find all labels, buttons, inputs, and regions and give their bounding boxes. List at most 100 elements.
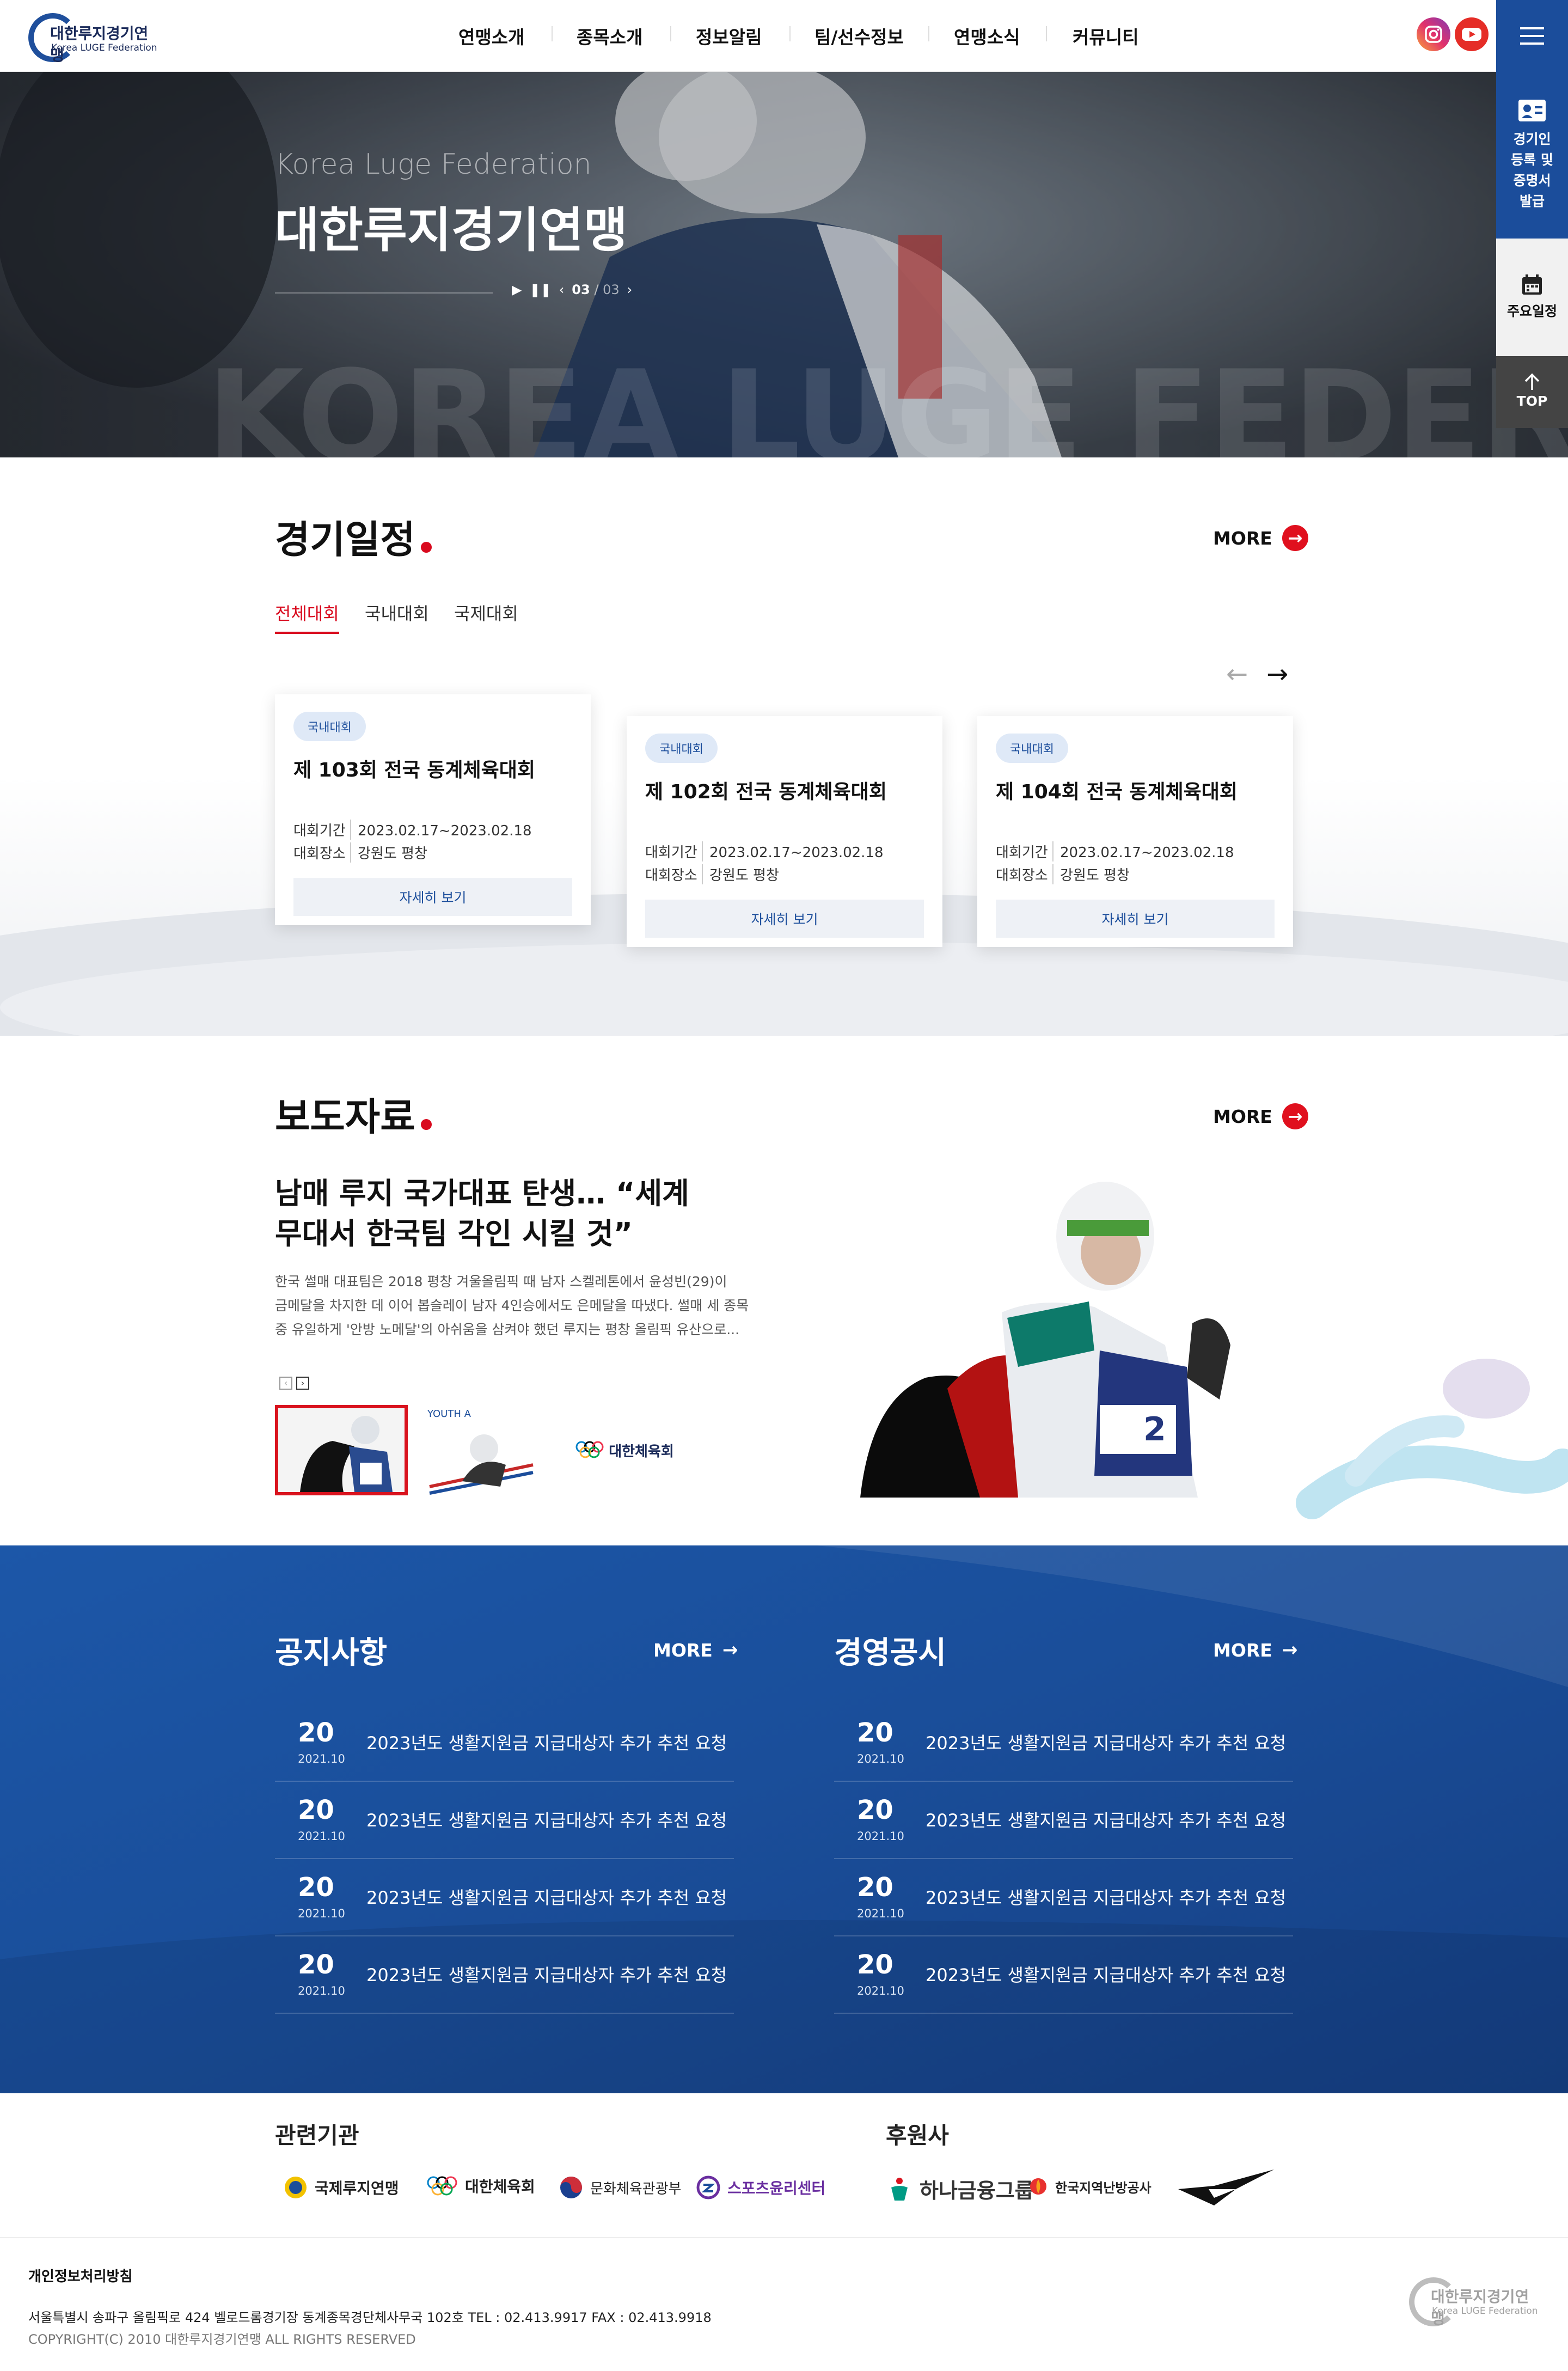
card-detail-button[interactable]: 자세히 보기 xyxy=(996,900,1275,938)
sponsor-kdhc-link[interactable]: 한국지역난방공사 xyxy=(1028,2176,1152,2197)
disclosure-title: 경영공시 xyxy=(834,1635,947,1671)
taegeuk-icon xyxy=(560,2177,582,2198)
hero-subtitle: Korea Luge Federation xyxy=(275,148,592,181)
disclosure-item[interactable]: 20 2021.10 2023년도 생활지원금 지급대상자 추가 추천 요청 xyxy=(834,1782,1293,1859)
quick-schedule-label: 주요일정 xyxy=(1506,303,1557,319)
carousel-prev-icon[interactable]: ← xyxy=(1226,659,1248,689)
nav-item-team[interactable]: 팀/선수정보 xyxy=(814,23,904,49)
place-label: 대회장소 xyxy=(293,842,351,863)
schedule-card[interactable]: 국내대회 제 103회 전국 동계체육대회 대회기간 2023.02.17~202… xyxy=(275,694,591,925)
carousel-next-icon[interactable]: → xyxy=(1266,659,1288,689)
title-dot xyxy=(420,542,432,553)
partner-mcst-link[interactable]: 문화체육관광부 xyxy=(559,2175,681,2200)
sponsor-name: 한국지역난방공사 xyxy=(1055,2180,1152,2196)
disclosure-text: 2023년도 생활지원금 지급대상자 추가 추천 요청 xyxy=(926,1733,1287,1753)
press-summary: 한국 썰매 대표팀은 2018 평창 겨울올림픽 때 남자 스켈레톤에서 윤성빈… xyxy=(275,1270,749,1342)
disclosure-item[interactable]: 20 2021.10 2023년도 생활지원금 지급대상자 추가 추천 요청 xyxy=(834,1704,1293,1782)
disclosure-date: 2021.10 xyxy=(857,1830,904,1843)
notice-day: 20 xyxy=(298,1872,334,1903)
schedule-card[interactable]: 국내대회 제 104회 전국 동계체육대회 대회기간 2023.02.17~202… xyxy=(977,716,1293,947)
luge-athlete-thumbnail xyxy=(300,1416,393,1492)
hamburger-menu-button[interactable] xyxy=(1496,0,1568,72)
disclosure-date: 2021.10 xyxy=(857,1907,904,1920)
tab-domestic[interactable]: 국내대회 xyxy=(365,600,429,625)
footer-copyright: COPYRIGHT(C) 2010 대한루지경기연맹 ALL RIGHTS RE… xyxy=(28,2332,416,2347)
nav-item-info[interactable]: 정보알림 xyxy=(696,23,762,49)
next-slide-icon[interactable]: › xyxy=(627,282,633,297)
footer-logo[interactable]: 대한루지경기연맹 Korea LUGE Federation xyxy=(1409,2276,1540,2327)
card-place: 대회장소 강원도 평창 xyxy=(996,864,1130,884)
tab-international[interactable]: 국제대회 xyxy=(454,600,518,625)
nav-divider xyxy=(552,26,553,41)
tab-all[interactable]: 전체대회 xyxy=(275,600,339,634)
hamburger-icon xyxy=(1520,27,1544,45)
partner-name: 스포츠윤리센터 xyxy=(727,2179,826,2197)
hero-progress-bar xyxy=(275,292,493,294)
disclosure-item[interactable]: 20 2021.10 2023년도 생활지원금 지급대상자 추가 추천 요청 xyxy=(834,1936,1293,2014)
partner-kspo-link[interactable]: 대한체육회 xyxy=(426,2173,535,2199)
sponsor-hana-link[interactable]: 하나금융그룹 xyxy=(886,2174,1034,2204)
disclosure-date: 2021.10 xyxy=(857,1984,904,1997)
notice-item[interactable]: 20 2021.10 2023년도 생활지원금 지급대상자 추가 추천 요청 xyxy=(275,1704,734,1782)
card-badge: 국내대회 xyxy=(645,734,718,763)
quick-register-label: 경기인 등록 및 증명서 발급 xyxy=(1511,131,1553,209)
scroll-top-label: TOP xyxy=(1516,393,1548,409)
partner-name: 문화체육관광부 xyxy=(590,2180,682,2197)
notice-text: 2023년도 생활지원금 지급대상자 추가 추천 요청 xyxy=(366,1810,727,1831)
more-label: MORE xyxy=(1213,1105,1272,1127)
quick-schedule-button[interactable]: 주요일정 xyxy=(1496,239,1568,356)
nav-item-about[interactable]: 연맹소개 xyxy=(458,23,524,49)
notice-date: 2021.10 xyxy=(298,1907,345,1920)
card-badge: 국내대회 xyxy=(996,734,1068,763)
thumb-caption: YOUTH A xyxy=(427,1408,471,1420)
press-prev-icon[interactable]: ‹ xyxy=(279,1377,292,1390)
instagram-icon[interactable] xyxy=(1417,17,1450,51)
notice-item[interactable]: 20 2021.10 2023년도 생활지원금 지급대상자 추가 추천 요청 xyxy=(275,1782,734,1859)
period-value: 2023.02.17~2023.02.18 xyxy=(358,823,532,839)
scroll-top-button[interactable]: TOP xyxy=(1496,356,1568,428)
pause-icon[interactable]: ❚❚ xyxy=(529,282,551,297)
partner-fil-link[interactable]: 국제루지연맹 xyxy=(283,2175,399,2200)
disclosure-day: 20 xyxy=(857,1795,893,1825)
youtube-icon[interactable] xyxy=(1455,17,1489,51)
footer-address: 서울특별시 송파구 올림픽로 424 벨로드롬경기장 동계종목경단체사무국 10… xyxy=(28,2310,712,2325)
period-value: 2023.02.17~2023.02.18 xyxy=(1060,845,1234,861)
arrow-up-icon xyxy=(1524,373,1540,390)
site-logo[interactable]: 대한루지경기연맹 Korea LUGE Federation xyxy=(28,10,159,64)
nav-divider xyxy=(789,26,791,41)
press-more-button[interactable]: MORE → xyxy=(1213,1103,1308,1129)
quick-register-button[interactable]: 경기인 등록 및 증명서 발급 xyxy=(1496,72,1568,239)
privacy-policy-link[interactable]: 개인정보처리방침 xyxy=(28,2265,132,2286)
notice-item[interactable]: 20 2021.10 2023년도 생활지원금 지급대상자 추가 추천 요청 xyxy=(275,1859,734,1936)
disclosure-item[interactable]: 20 2021.10 2023년도 생활지원금 지급대상자 추가 추천 요청 xyxy=(834,1859,1293,1936)
press-next-icon[interactable]: › xyxy=(296,1377,309,1390)
notice-more-button[interactable]: MORE → xyxy=(653,1639,738,1661)
nav-item-community[interactable]: 커뮤니티 xyxy=(1073,23,1138,49)
partner-ethics-link[interactable]: 스포츠윤리센터 xyxy=(696,2175,825,2200)
card-detail-button[interactable]: 자세히 보기 xyxy=(645,900,924,938)
press-thumb[interactable]: YOUTH A xyxy=(419,1405,545,1495)
period-label: 대회기간 xyxy=(293,820,351,840)
more-label: MORE xyxy=(653,1639,713,1661)
card-period: 대회기간 2023.02.17~2023.02.18 xyxy=(645,841,884,861)
prev-slide-icon[interactable]: ‹ xyxy=(559,282,565,297)
press-thumb[interactable]: 대한체육회 xyxy=(561,1405,688,1495)
notice-item[interactable]: 20 2021.10 2023년도 생활지원금 지급대상자 추가 추천 요청 xyxy=(275,1936,734,2014)
disclosure-more-button[interactable]: MORE → xyxy=(1213,1639,1297,1661)
press-headline[interactable]: 남매 루지 국가대표 탄생… “세계 무대서 한국팀 각인 시킬 것” xyxy=(275,1174,689,1254)
site-header: 대한루지경기연맹 Korea LUGE Federation 연맹소개 종목소개… xyxy=(0,0,1568,72)
schedule-more-button[interactable]: MORE → xyxy=(1213,525,1308,551)
press-thumb-active[interactable] xyxy=(275,1405,408,1495)
card-detail-button[interactable]: 자세히 보기 xyxy=(293,878,572,916)
press-title-text: 보도자료 xyxy=(275,1095,415,1139)
slide-current: 03 xyxy=(572,282,590,297)
svg-text:2: 2 xyxy=(1143,1410,1166,1449)
play-icon[interactable]: ▶ xyxy=(512,282,522,297)
nav-item-sports[interactable]: 종목소개 xyxy=(577,23,642,49)
period-label: 대회기간 xyxy=(996,841,1054,861)
schedule-card[interactable]: 국내대회 제 102회 전국 동계체육대회 대회기간 2023.02.17~202… xyxy=(627,716,942,947)
nav-item-news[interactable]: 연맹소식 xyxy=(954,23,1020,49)
footer-divider xyxy=(0,2237,1568,2238)
more-label: MORE xyxy=(1213,1639,1272,1661)
sponsor-wing-logo-icon[interactable] xyxy=(1176,2167,1276,2208)
